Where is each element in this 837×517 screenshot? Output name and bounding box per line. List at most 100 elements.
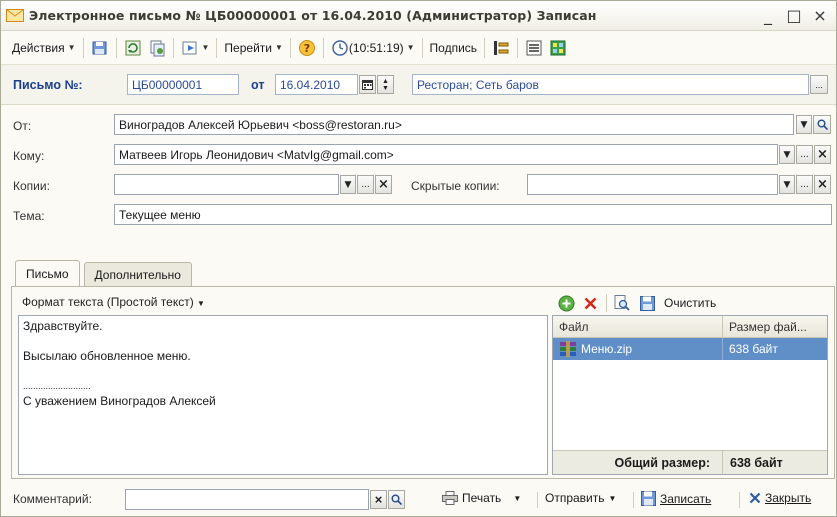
from-field[interactable]: Виноградов Алексей Юрьевич <boss@restora… [114,114,794,135]
date-spinner[interactable]: ▲ ▼ [377,75,394,94]
delete-attachment-icon[interactable] [583,296,598,311]
text-format-menu[interactable]: Формат текста (Простой текст) ▼ [22,295,205,309]
envelope-icon [6,9,24,22]
tab-letter[interactable]: Письмо [15,260,80,286]
attachments-total-row: Общий размер: 638 байт [553,450,827,474]
search-icon [817,119,828,130]
bcc-select-button[interactable]: ... [796,175,813,194]
table-row[interactable]: Меню.zip 638 байт [553,338,827,360]
file-name-cell: Меню.zip [553,338,723,360]
refresh-button[interactable] [121,36,145,60]
comment-label: Комментарий: [13,492,92,506]
message-line: Здравствуйте. [23,319,103,333]
comment-search-button[interactable] [388,490,405,509]
dropdown-arrow-icon: ▼ [513,493,522,503]
to-dropdown-button[interactable]: ▼ [779,145,795,164]
goto-label: Перейти [224,40,272,55]
total-size-label: Общий размер: [553,451,723,474]
structure-button[interactable] [489,36,513,60]
bcc-field[interactable] [527,174,778,195]
dropdown-arrow-icon: ▼ [274,43,283,52]
close-x-icon [749,492,761,504]
bottom-bar: Комментарий: × Печать ▼ Отправить ▼ Запи… [1,483,836,516]
date-field[interactable]: 16.04.2010 [275,74,358,95]
email-window: Электронное письмо № ЦБ00000001 от 16.04… [0,0,837,517]
message-line: Высылаю обновленное меню. [23,349,191,363]
tab-additional[interactable]: Дополнительно [83,262,192,286]
to-field[interactable]: Матвеев Игорь Леонидович <MatvIg@gmail.c… [114,144,778,165]
comment-field[interactable] [125,489,369,510]
to-select-button[interactable]: ... [796,145,813,164]
cc-clear-button[interactable]: × [375,175,392,194]
close-button[interactable]: Закрыть [749,491,811,505]
window-title: Электронное письмо № ЦБ00000001 от 16.04… [29,8,597,23]
save-button[interactable]: Записать [641,491,711,506]
folder-field[interactable]: Ресторан; Сеть баров [412,74,809,95]
refresh-icon [125,40,140,55]
clear-attachments-button[interactable]: Очистить [664,296,716,310]
col-size-header[interactable]: Размер фай... [723,316,827,337]
clear-x-icon: × [817,147,828,162]
goto-menu[interactable]: Перейти ▼ [221,36,285,60]
signature-label: Подпись [429,40,478,55]
minimize-button[interactable]: _ [760,6,776,25]
message-body-editor[interactable]: Здравствуйте. Высылаю обновленное меню. … [18,315,548,475]
time-menu[interactable]: (10:51:19) ▼ [328,36,418,60]
search-icon [391,494,402,505]
clock-icon [332,39,348,56]
cc-select-button[interactable]: ... [357,175,374,194]
cc-dropdown-button[interactable]: ▼ [340,175,356,194]
copy-button[interactable] [145,36,169,60]
letter-number-field[interactable]: ЦБ00000001 [127,74,239,95]
date-from-label: от [251,78,265,92]
cc-label: Копии: [13,179,50,193]
list-view-button[interactable] [522,36,546,60]
subject-field[interactable]: Текущее меню [114,204,832,225]
comment-clear-button[interactable]: × [370,490,387,509]
add-attachment-icon[interactable] [558,295,575,312]
from-dropdown-button[interactable]: ▼ [796,115,812,134]
report-button[interactable] [546,36,570,60]
to-clear-button[interactable]: × [814,145,831,164]
from-search-button[interactable] [813,115,831,134]
dropdown-arrow-icon: ▼ [197,299,205,308]
list-icon [526,40,542,55]
view-attachment-icon[interactable] [613,294,631,312]
actions-menu[interactable]: Действия ▼ [9,36,79,60]
cc-field[interactable] [114,174,339,195]
dropdown-arrow-icon: ▼ [201,43,210,52]
send-button[interactable]: Отправить ▼ [545,491,616,505]
maximize-button[interactable]: □ [786,6,802,25]
actions-label: Действия [12,40,65,55]
print-label: Печать [462,491,502,505]
toolbar: Действия ▼ ▼ Перейти ▼ ? (10:51:19) ▼ По… [1,31,836,65]
calendar-button[interactable] [359,75,376,94]
save-doc-button[interactable] [88,36,112,60]
zip-archive-icon [560,341,576,357]
close-window-button[interactable]: × [812,6,828,25]
time-label: (10:51:19) [348,40,404,55]
help-button[interactable]: ? [295,36,319,60]
dropdown-arrow-icon: ▼ [783,149,791,160]
floppy-icon [641,491,656,506]
bcc-dropdown-button[interactable]: ▼ [779,175,795,194]
text-format-label: Формат текста (Простой текст) [22,295,194,309]
col-file-header[interactable]: Файл [553,316,723,337]
total-size-value: 638 байт [730,455,783,470]
save-label: Записать [660,491,712,506]
clear-x-icon: × [374,492,383,507]
title-bar: Электронное письмо № ЦБ00000001 от 16.04… [1,1,836,31]
folder-select-button[interactable]: ... [810,75,828,94]
signature-button[interactable]: Подпись [427,36,481,60]
spin-up-icon: ▲ [382,77,389,85]
bcc-clear-button[interactable]: × [814,175,831,194]
enter-based-button[interactable]: ▼ [178,36,213,60]
letter-number-label: Письмо №: [13,78,83,92]
save-attachment-icon[interactable] [639,295,656,312]
print-button[interactable]: Печать ▼ [442,491,521,505]
file-size-cell: 638 байт [729,342,778,356]
from-label: От: [13,119,32,133]
subject-label: Тема: [13,209,45,223]
printer-icon [442,491,458,505]
bcc-label: Скрытые копии: [411,179,500,193]
